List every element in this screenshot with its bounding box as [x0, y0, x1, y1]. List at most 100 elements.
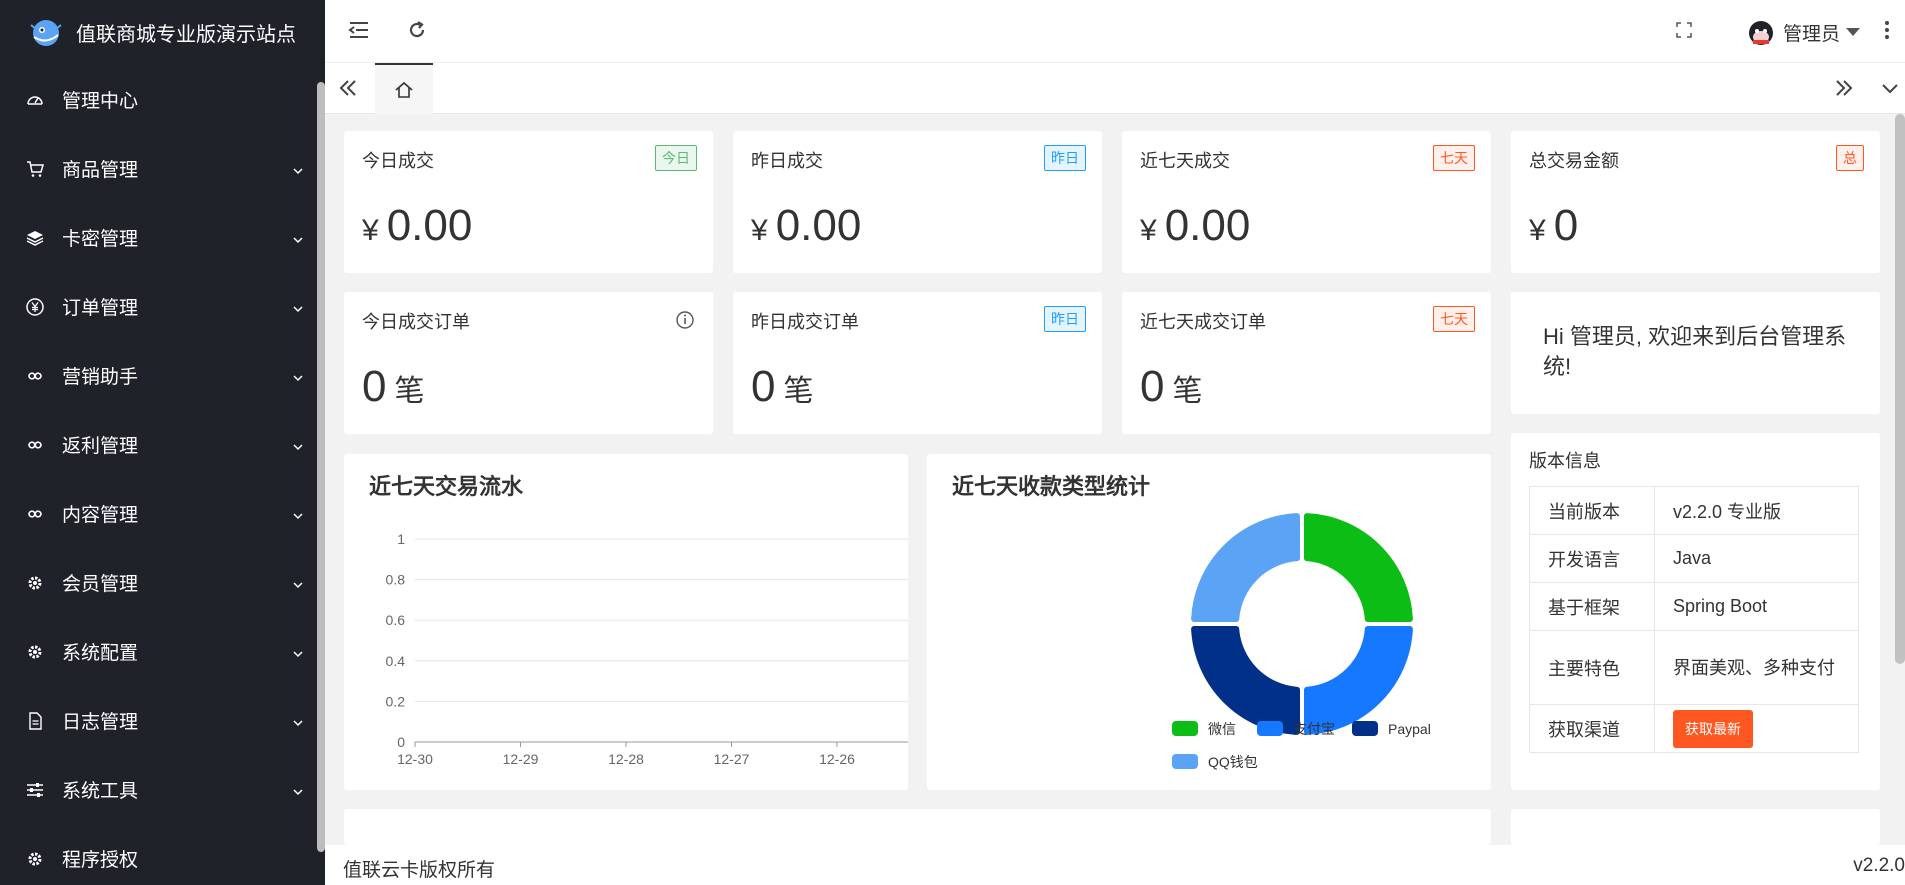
status-badge: 昨日 [1044, 145, 1086, 171]
version-info-title: 版本信息 [1529, 451, 1601, 471]
tabs-scroll-left-icon[interactable] [337, 77, 359, 104]
stat-title: 近七天成交订单 [1140, 312, 1266, 332]
stat-value: ¥0 [1529, 201, 1579, 250]
sidebar-item[interactable]: 会员管理 [0, 548, 325, 617]
sidebar-item-label: 程序授权 [62, 850, 139, 871]
sidebar-item-label: 商品管理 [62, 160, 139, 181]
sidebar-item[interactable]: 营销助手 [0, 341, 325, 410]
stat-card-yesterday: 昨日成交 昨日 ¥0.00 [733, 131, 1102, 273]
y-tick-label: 0 [397, 734, 405, 750]
sidebar-item[interactable]: 返利管理 [0, 410, 325, 479]
x-tick-label: 12-29 [503, 751, 539, 767]
dashboard-icon [24, 89, 46, 111]
get-latest-button[interactable]: 获取最新 [1673, 709, 1753, 748]
chevron-down-icon [1846, 28, 1861, 36]
table-row: 基于框架 Spring Boot [1529, 582, 1859, 631]
table-row: 获取渠道 获取最新 [1529, 704, 1859, 753]
stat-value: ¥0.00 [1140, 201, 1251, 250]
welcome-text: Hi 管理员, 欢迎来到后台管理系统! [1543, 324, 1847, 379]
menu-collapse-icon[interactable] [345, 16, 373, 44]
sidebar-item-label: 订单管理 [62, 298, 139, 319]
gear-icon [24, 641, 46, 663]
sidebar-scrollbar[interactable] [317, 82, 325, 852]
info-icon[interactable] [675, 310, 695, 330]
sidebar-item[interactable]: 程序授权 [0, 824, 325, 885]
fullscreen-icon[interactable] [1670, 16, 1698, 44]
stat-card-week-orders: 近七天成交订单 七天 0笔 [1122, 292, 1491, 434]
friend-links-card [1511, 809, 1880, 845]
status-badge: 昨日 [1044, 306, 1086, 332]
legend-label[interactable]: 支付宝 [1293, 721, 1335, 737]
document-icon [24, 710, 46, 732]
sidebar: 值联商城专业版演示站点 管理中心商品管理卡密管理订单管理营销助手返利管理内容管理… [0, 0, 325, 885]
legend-label[interactable]: 微信 [1208, 721, 1236, 737]
y-tick-label: 0.8 [386, 572, 406, 588]
pie-chart: 微信 支付宝 Paypal QQ钱包 [1172, 513, 1431, 770]
legend-label[interactable]: Paypal [1388, 721, 1431, 737]
sliders-icon [24, 779, 46, 801]
welcome-card: Hi 管理员, 欢迎来到后台管理系统! [1511, 292, 1880, 414]
more-vertical-icon[interactable] [1873, 16, 1901, 44]
sidebar-item[interactable]: 商品管理 [0, 134, 325, 203]
user-name: 管理员 [1783, 23, 1841, 45]
sidebar-item[interactable]: 订单管理 [0, 272, 325, 341]
stat-value: 0笔 [751, 362, 814, 411]
sidebar-item[interactable]: 系统配置 [0, 617, 325, 686]
brand[interactable]: 值联商城专业版演示站点 [0, 0, 325, 65]
sidebar-item-label: 系统配置 [62, 643, 139, 664]
y-tick-label: 0.2 [386, 693, 406, 709]
y-tick-label: 0.4 [386, 653, 406, 669]
tabs-scroll-right-icon[interactable] [1833, 77, 1855, 104]
x-tick-label: 12-26 [819, 751, 855, 767]
pie-slice[interactable] [1191, 625, 1301, 735]
layers-icon [24, 227, 46, 249]
main-scrollbar[interactable] [1895, 114, 1905, 664]
stat-title: 昨日成交 [751, 151, 823, 171]
stat-value: ¥0.00 [362, 201, 473, 250]
sidebar-item[interactable]: 管理中心 [0, 65, 325, 134]
chevron-down-icon [291, 369, 305, 383]
gear-icon [24, 848, 46, 870]
table-row: 开发语言 Java [1529, 534, 1859, 583]
user-menu[interactable]: 管理员 [1745, 16, 1861, 48]
stat-card-today-orders: 今日成交订单 0笔 [344, 292, 713, 434]
sidebar-item[interactable]: 卡密管理 [0, 203, 325, 272]
chevron-down-icon [291, 438, 305, 452]
link-icon [24, 365, 46, 387]
status-badge: 今日 [655, 145, 697, 171]
yen-icon [24, 296, 46, 318]
sidebar-item-label: 返利管理 [62, 436, 139, 457]
sidebar-item-label: 会员管理 [62, 574, 139, 595]
legend-label[interactable]: QQ钱包 [1208, 754, 1258, 770]
gear-icon [24, 572, 46, 594]
chevron-down-icon [291, 507, 305, 521]
trade-flow-chart-card: 近七天交易流水 0 0.2 0.4 0.6 0.8 1 12-30 12-29 12-28 12-… [344, 454, 908, 790]
tabs-dropdown-icon[interactable] [1881, 79, 1899, 102]
version-info-card: 版本信息 当前版本 v2.2.0 专业版 开发语言 Java 基于框架 Spring … [1511, 433, 1880, 790]
stat-card-total: 总交易金额 总 ¥0 [1511, 131, 1880, 273]
sidebar-item-label: 内容管理 [62, 505, 139, 526]
pie-slice[interactable] [1303, 513, 1413, 623]
sidebar-item[interactable]: 内容管理 [0, 479, 325, 548]
table-row: 当前版本 v2.2.0 专业版 [1529, 486, 1859, 535]
top-header: 管理员 [325, 0, 1905, 62]
pie-slice[interactable] [1191, 513, 1301, 623]
table-row: 主要特色 界面美观、多种支付 [1529, 630, 1859, 705]
avatar [1749, 21, 1773, 45]
sidebar-item[interactable]: 日志管理 [0, 686, 325, 755]
stat-card-today: 今日成交 今日 ¥0.00 [344, 131, 713, 273]
tab-home[interactable] [375, 63, 433, 115]
sidebar-item[interactable]: 系统工具 [0, 755, 325, 824]
payment-type-chart-card: 近七天收款类型统计 微信 支付宝 Paypal QQ钱包 [927, 454, 1491, 790]
stat-title: 总交易金额 [1529, 151, 1619, 171]
chevron-down-icon [291, 231, 305, 245]
link-icon [24, 434, 46, 456]
status-badge: 七天 [1433, 306, 1475, 332]
sidebar-item-label: 营销助手 [62, 367, 139, 388]
sidebar-item-label: 系统工具 [62, 781, 139, 802]
sidebar-item-label: 管理中心 [62, 91, 139, 112]
chevron-down-icon [291, 300, 305, 314]
chevron-down-icon [291, 783, 305, 797]
refresh-icon[interactable] [403, 16, 431, 44]
pie-slice[interactable] [1303, 625, 1413, 735]
